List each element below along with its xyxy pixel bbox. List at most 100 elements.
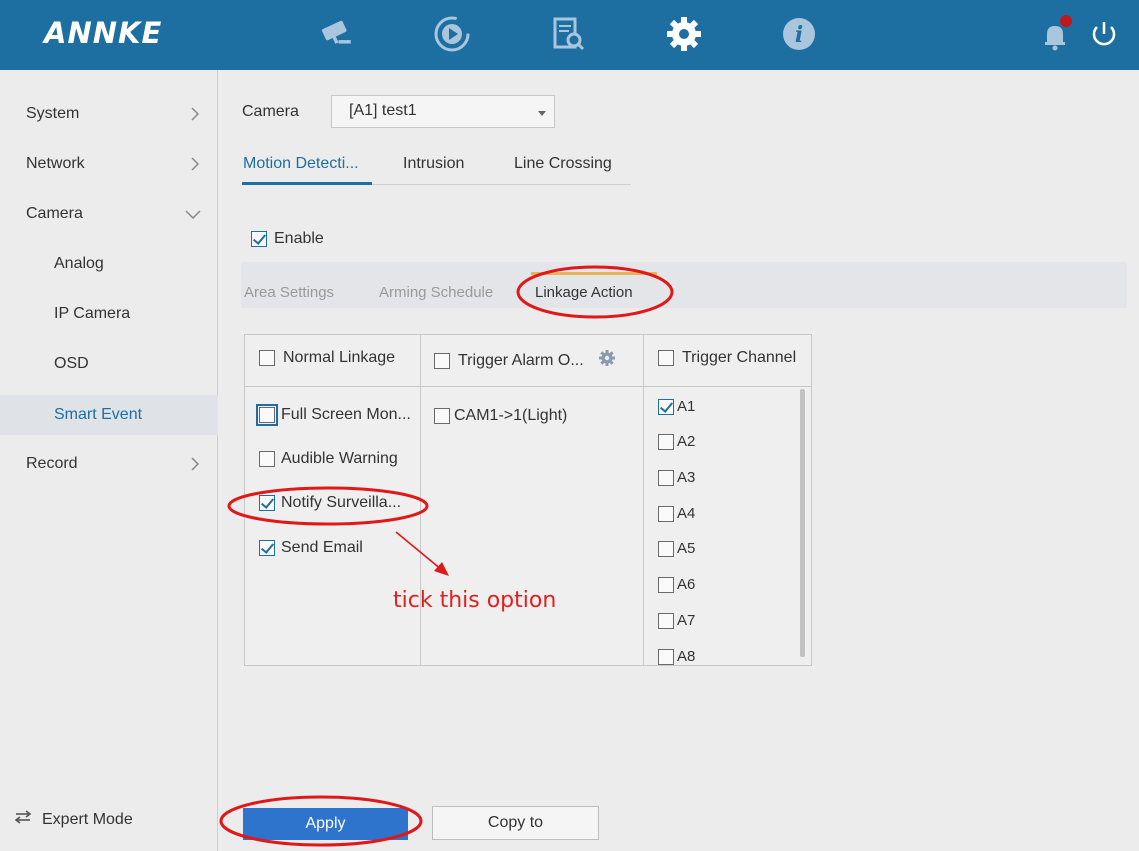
power-icon[interactable] [1084, 14, 1124, 54]
channel-checkbox[interactable] [658, 505, 674, 522]
channel-label: A4 [677, 505, 696, 522]
channel-item-a5[interactable]: A5 [658, 540, 695, 557]
sidebar-item-label: Camera [26, 205, 83, 222]
active-subtab-indicator [531, 272, 657, 275]
sidebar-item-label: Analog [54, 255, 104, 272]
enable-label: Enable [274, 230, 324, 247]
column-header-trigger-channel[interactable]: Trigger Channel [658, 349, 796, 367]
sidebar-item-smart-event[interactable]: Smart Event [0, 395, 218, 435]
tab-motion-detection[interactable]: Motion Detecti... [243, 155, 359, 173]
expert-mode-toggle[interactable]: Expert Mode [14, 810, 133, 829]
tab-intrusion[interactable]: Intrusion [403, 155, 464, 173]
channel-checkbox[interactable] [658, 648, 674, 665]
alarm-output-checkbox[interactable] [434, 408, 450, 424]
info-icon[interactable]: i [779, 14, 819, 54]
channel-checkbox[interactable] [658, 612, 674, 629]
notification-bell-icon[interactable] [1036, 14, 1076, 54]
enable-checkbox[interactable] [251, 231, 267, 247]
sidebar-item-ip-camera[interactable]: IP Camera [0, 294, 218, 334]
channel-checkbox[interactable] [658, 398, 674, 415]
sidebar-item-analog[interactable]: Analog [0, 244, 218, 284]
select-all-normal-linkage-checkbox[interactable] [259, 350, 275, 366]
channel-item-a6[interactable]: A6 [658, 576, 695, 593]
channel-scrollbar[interactable] [800, 389, 805, 657]
brand-logo: ANNKE [44, 16, 163, 50]
table-header: Normal Linkage Trigger Alarm O... Trigge… [245, 335, 811, 387]
list-item-label: Audible Warning [281, 450, 398, 467]
sidebar-item-record[interactable]: Record [0, 444, 218, 484]
sidebar-item-system[interactable]: System [0, 94, 218, 134]
camera-select-value: [A1] test1 [349, 102, 417, 119]
select-all-channel-checkbox[interactable] [658, 350, 674, 366]
apply-button[interactable]: Apply [243, 808, 408, 840]
column-header-normal-linkage[interactable]: Normal Linkage [259, 349, 395, 367]
notify-surveillance-center-checkbox[interactable] [259, 495, 275, 511]
chevron-right-icon [188, 154, 202, 174]
channel-checkbox[interactable] [658, 433, 674, 450]
sidebar-item-camera[interactable]: Camera [0, 194, 218, 234]
svg-text:i: i [795, 22, 803, 48]
camera-icon[interactable] [316, 14, 356, 54]
chevron-right-icon [188, 104, 202, 124]
sidebar: System Network Camera Analog IP Camera O… [0, 70, 218, 851]
channel-label: A7 [677, 612, 696, 629]
column-header-label: Normal Linkage [283, 349, 396, 366]
channel-item-a8[interactable]: A8 [658, 648, 695, 665]
top-bar: ANNKE i [0, 0, 1139, 70]
channel-item-a3[interactable]: A3 [658, 469, 695, 486]
column-header-label: Trigger Alarm O... [458, 351, 584, 369]
list-item-label: Send Email [281, 539, 363, 556]
search-file-icon[interactable] [548, 14, 588, 54]
sidebar-item-network[interactable]: Network [0, 144, 218, 184]
list-item-notify-surveillance-center[interactable]: Notify Surveilla... [259, 494, 401, 512]
column-header-trigger-alarm[interactable]: Trigger Alarm O... [434, 349, 616, 372]
list-item-audible-warning[interactable]: Audible Warning [259, 450, 398, 468]
channel-label: A5 [677, 540, 696, 557]
event-tabs: Motion Detecti... Intrusion Line Crossin… [242, 145, 631, 185]
camera-label: Camera [242, 103, 299, 120]
gear-icon[interactable] [598, 349, 616, 372]
settings-subtabs: Area Settings Arming Schedule Linkage Ac… [241, 262, 1127, 308]
full-screen-monitoring-checkbox[interactable] [256, 404, 278, 426]
list-item-send-email[interactable]: Send Email [259, 539, 363, 557]
list-item-alarm-output[interactable]: CAM1->1(Light) [434, 407, 567, 425]
channel-label: A1 [677, 398, 696, 415]
chevron-down-icon [184, 204, 202, 224]
channel-label: A3 [677, 469, 696, 486]
channel-checkbox[interactable] [658, 576, 674, 593]
chevron-right-icon [188, 454, 202, 474]
channel-item-a4[interactable]: A4 [658, 505, 695, 522]
audible-warning-checkbox[interactable] [259, 451, 275, 467]
swap-arrows-icon [14, 810, 32, 829]
subtab-arming-schedule[interactable]: Arming Schedule [379, 284, 493, 301]
enable-option[interactable]: Enable [251, 230, 324, 248]
sidebar-item-osd[interactable]: OSD [0, 344, 218, 384]
channel-label: A8 [677, 648, 696, 665]
list-item-label: Full Screen Mon... [281, 406, 411, 423]
sidebar-item-label: Network [26, 155, 85, 172]
subtab-area-settings[interactable]: Area Settings [244, 284, 334, 301]
sidebar-item-label: Record [26, 455, 78, 472]
list-item-label: Notify Surveilla... [281, 494, 402, 511]
channel-label: A2 [677, 433, 696, 450]
channel-checkbox[interactable] [658, 469, 674, 486]
channel-checkbox[interactable] [658, 540, 674, 557]
annotation-text: tick this option [393, 588, 557, 613]
copy-to-button[interactable]: Copy to [432, 806, 599, 840]
channel-item-a7[interactable]: A7 [658, 612, 695, 629]
channel-item-a1[interactable]: A1 [658, 398, 695, 415]
channel-item-a2[interactable]: A2 [658, 433, 695, 450]
list-item-full-screen-monitoring[interactable]: Full Screen Mon... [256, 404, 411, 426]
active-tab-indicator [242, 182, 372, 185]
camera-select[interactable]: [A1] test1 [331, 95, 555, 128]
subtab-linkage-action[interactable]: Linkage Action [535, 284, 633, 301]
channel-label: A6 [677, 576, 696, 593]
send-email-checkbox[interactable] [259, 540, 275, 556]
tab-line-crossing[interactable]: Line Crossing [514, 155, 612, 173]
playback-icon[interactable] [432, 14, 472, 54]
list-item-label: CAM1->1(Light) [454, 407, 568, 424]
select-all-alarm-output-checkbox[interactable] [434, 352, 450, 369]
settings-gear-icon[interactable] [664, 14, 704, 54]
sidebar-item-label: System [26, 105, 80, 122]
column-header-label: Trigger Channel [682, 349, 797, 366]
